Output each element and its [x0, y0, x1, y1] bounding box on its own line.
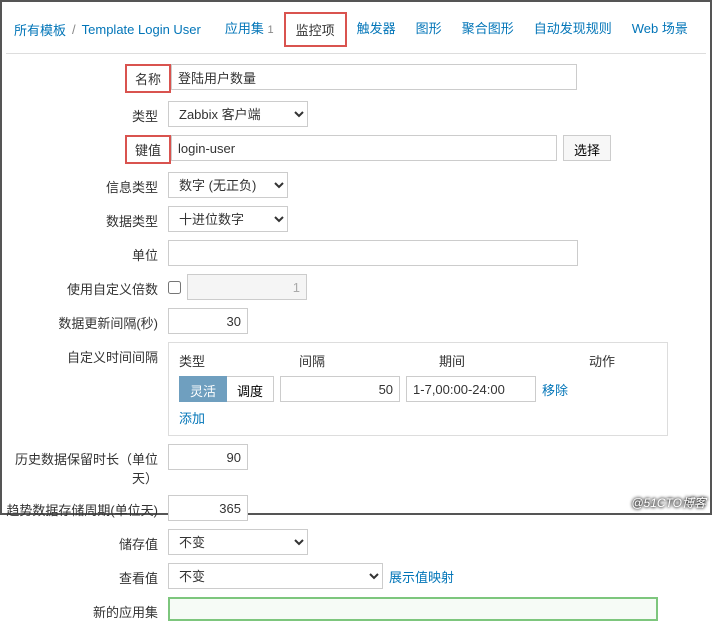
interval-remove-link[interactable]: 移除	[542, 380, 568, 399]
info-select[interactable]: 数字 (无正负)	[168, 172, 288, 198]
tab-apps[interactable]: 应用集 1	[215, 12, 284, 47]
interval-h-action: 动作	[589, 351, 657, 370]
type-label: 类型	[6, 101, 168, 125]
history-input[interactable]	[168, 444, 248, 470]
multiplier-input	[187, 274, 307, 300]
interval-h-interval: 间隔	[299, 351, 439, 370]
trends-input[interactable]	[168, 495, 248, 521]
interval-period-input[interactable]	[406, 376, 536, 402]
multiplier-label: 使用自定义倍数	[6, 274, 168, 298]
tab-items[interactable]: 监控项	[284, 12, 347, 47]
pill-flexible[interactable]: 灵活	[179, 376, 227, 402]
breadcrumb-sep: /	[72, 22, 76, 37]
newapp-label: 新的应用集	[6, 597, 168, 621]
watermark: @51CTO博客	[631, 494, 706, 511]
key-input-rest[interactable]	[301, 135, 557, 161]
view-mapping-link[interactable]: 展示值映射	[389, 567, 454, 586]
multiplier-checkbox[interactable]	[168, 281, 181, 294]
interval-value-input[interactable]	[280, 376, 400, 402]
pill-scheduling[interactable]: 调度	[227, 376, 274, 402]
interval-type-pills: 灵活 调度	[179, 376, 274, 402]
tab-web[interactable]: Web 场景	[622, 12, 698, 47]
view-select[interactable]: 不变	[168, 563, 383, 589]
tab-triggers[interactable]: 触发器	[347, 12, 406, 47]
tab-discovery[interactable]: 自动发现规则	[524, 12, 622, 47]
tab-apps-label: 应用集	[225, 21, 264, 36]
tab-graphs[interactable]: 图形	[406, 12, 452, 47]
key-input-boxed[interactable]	[171, 135, 301, 161]
data-label: 数据类型	[6, 206, 168, 230]
interval-add-link[interactable]: 添加	[179, 411, 205, 426]
newapp-input[interactable]	[168, 597, 658, 621]
name-label: 名称	[125, 64, 171, 93]
update-label: 数据更新间隔(秒)	[6, 308, 168, 332]
name-input-rest[interactable]	[301, 64, 577, 90]
tab-apps-count: 1	[268, 24, 274, 36]
trends-label: 趋势数据存储周期(单位天)	[6, 495, 168, 519]
unit-label: 单位	[6, 240, 168, 264]
breadcrumb-all-templates[interactable]: 所有模板	[14, 20, 66, 39]
data-select[interactable]: 十进位数字	[168, 206, 288, 232]
history-label: 历史数据保留时长（单位天）	[6, 444, 168, 487]
view-label: 查看值	[6, 563, 168, 587]
breadcrumb-template[interactable]: Template Login User	[82, 22, 201, 37]
info-label: 信息类型	[6, 172, 168, 196]
key-select-button[interactable]: 选择	[563, 135, 611, 161]
form: 名称 类型 Zabbix 客户端 键值 选择 信息类型	[6, 54, 706, 621]
interval-h-type: 类型	[179, 351, 299, 370]
breadcrumb-nav: 所有模板 / Template Login User 应用集 1 监控项 触发器…	[6, 6, 706, 54]
interval-box: 类型 间隔 期间 动作 灵活 调度 移除 添加	[168, 342, 668, 436]
interval-h-period: 期间	[439, 351, 589, 370]
tabs: 应用集 1 监控项 触发器 图形 聚合图形 自动发现规则 Web 场景	[215, 12, 698, 47]
tab-screens[interactable]: 聚合图形	[452, 12, 524, 47]
store-label: 储存值	[6, 529, 168, 553]
type-select[interactable]: Zabbix 客户端	[168, 101, 308, 127]
store-select[interactable]: 不变	[168, 529, 308, 555]
name-input-boxed[interactable]	[171, 64, 301, 90]
unit-input[interactable]	[168, 240, 578, 266]
custom-interval-label: 自定义时间间隔	[6, 342, 168, 366]
update-input[interactable]	[168, 308, 248, 334]
key-label: 键值	[125, 135, 171, 164]
